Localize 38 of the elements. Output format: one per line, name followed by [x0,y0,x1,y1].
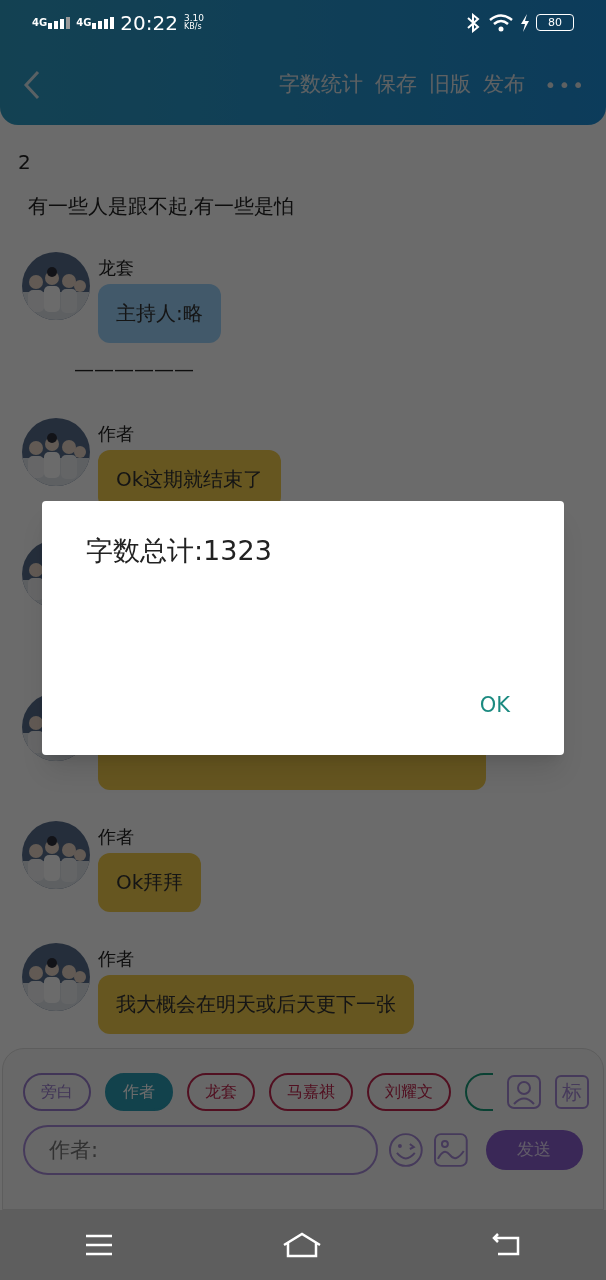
ok-button[interactable]: OK [469,685,520,725]
toolbar-action[interactable]: 发布 [482,69,525,101]
sender-name: 龙套 [98,257,134,278]
more-button[interactable]: ••• [544,70,586,100]
character-chip[interactable]: 作者 [105,1073,173,1111]
message-bubble: 我大概会在明天或后天更下一张 [98,975,414,1034]
toolbar-action[interactable]: 字数统计 [278,69,363,101]
menu-icon[interactable] [84,1233,114,1257]
character-chip[interactable]: 刘耀文 [367,1073,451,1111]
battery-icon: 80 [536,14,574,31]
sender-name: 作者 [98,423,134,444]
emoji-icon[interactable] [388,1132,425,1168]
bluetooth-icon [466,12,480,33]
clock: 20:22 [120,9,178,37]
back-icon[interactable] [490,1232,522,1258]
narration-text: 有一些人是跟不起,有一些是怕 [27,193,296,220]
wifi-icon [488,12,514,33]
sender-name: 作者 [98,826,134,847]
divider-text: —————— [73,356,195,383]
image-icon[interactable] [434,1133,468,1167]
character-chip[interactable]: 龙套 [187,1073,255,1111]
dialog-message: 字数总计:1323 [86,534,273,568]
person-icon[interactable] [507,1075,541,1109]
paragraph: 2 [17,149,32,176]
signal-icon [92,16,115,29]
toolbar-action[interactable]: 旧版 [428,69,471,101]
character-chip[interactable]: 马嘉祺 [269,1073,353,1111]
speed-unit: KB/s [184,23,202,31]
charging-icon [520,13,530,32]
sender-name: 作者 [98,948,134,969]
network-label: 4G [76,16,92,30]
network-label: 4G [32,16,48,30]
message-bubble: Ok拜拜 [98,853,202,912]
message-bubble: 主持人:略 [98,284,221,343]
home-icon[interactable] [282,1231,322,1259]
signal-icon [48,16,71,29]
toolbar-action[interactable]: 保存 [374,69,417,101]
speed-value: 3.10 [184,14,205,23]
